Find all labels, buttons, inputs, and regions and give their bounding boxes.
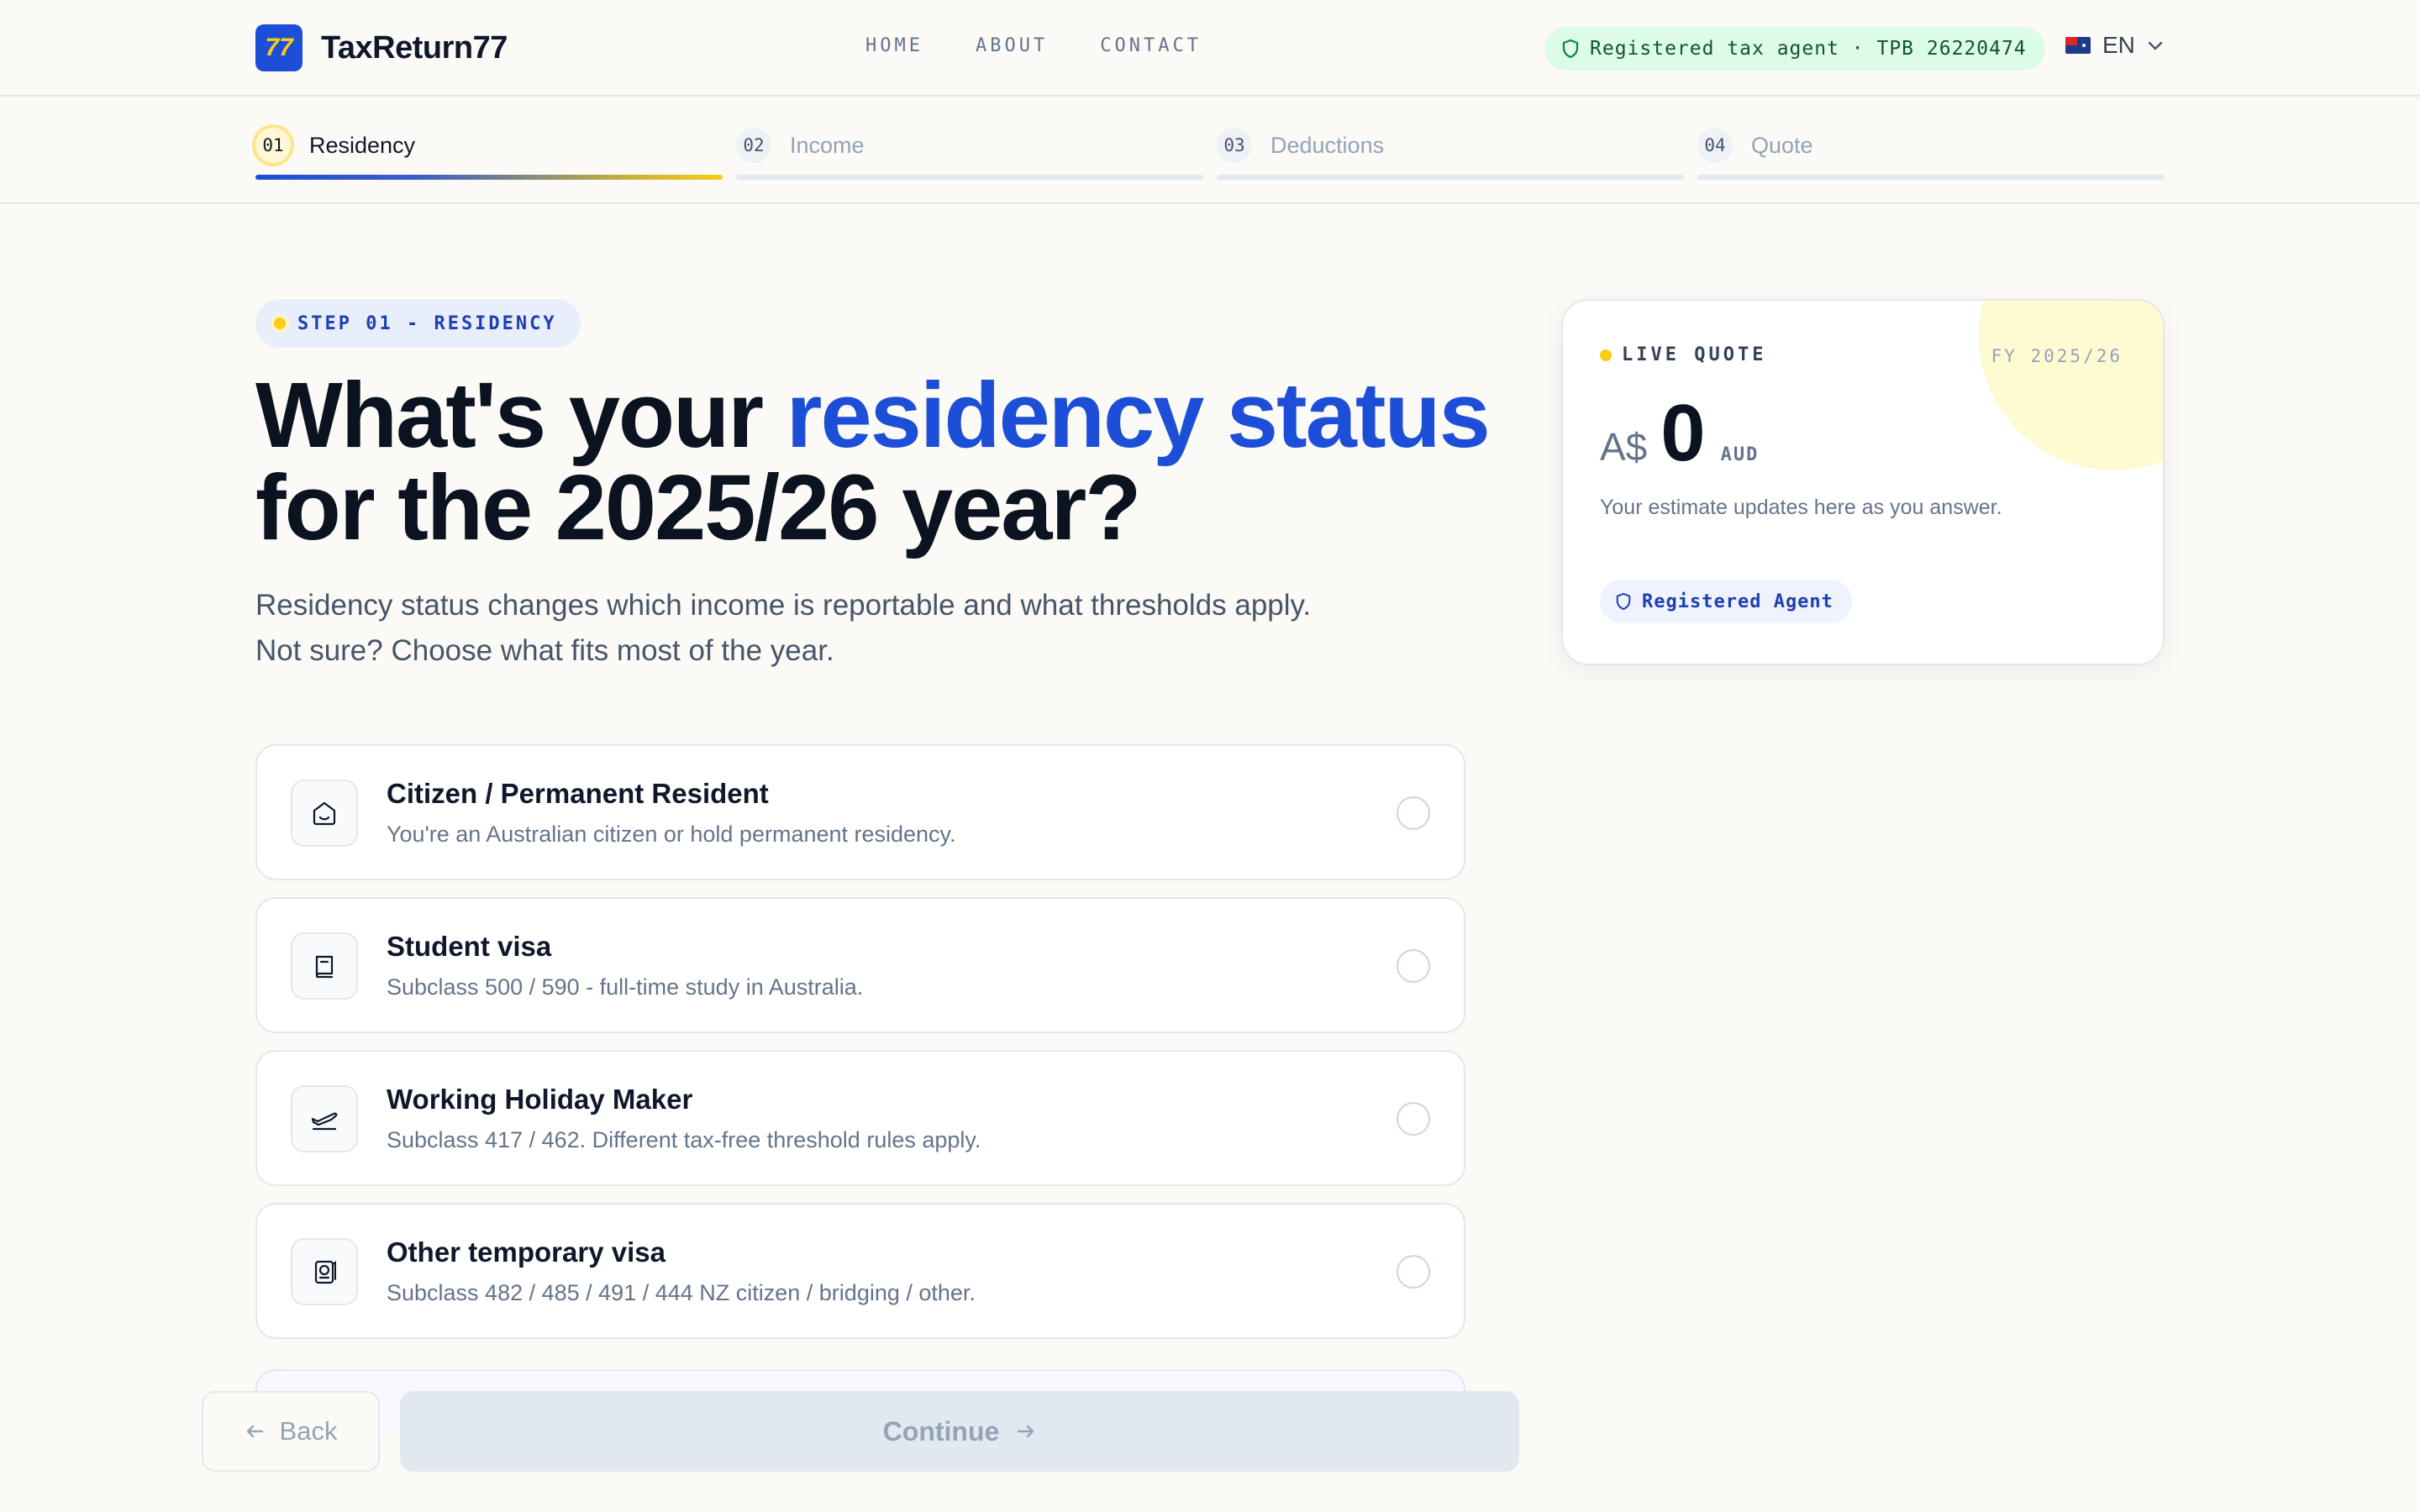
step-progress-bar bbox=[1217, 175, 1684, 180]
step-progress-bar bbox=[255, 175, 723, 180]
step-label: Residency bbox=[309, 133, 416, 158]
financial-year: FY 2025/26 bbox=[1991, 346, 2123, 366]
quote-value: 0 bbox=[1660, 388, 1706, 478]
step-label: Deductions bbox=[1270, 133, 1385, 158]
step-number: 03 bbox=[1217, 128, 1252, 163]
step-label: Income bbox=[790, 133, 865, 158]
step-deductions[interactable]: 03 Deductions bbox=[1217, 124, 1684, 180]
registered-agent-chip: Registered Agent bbox=[1600, 580, 1852, 623]
option-description: Subclass 417 / 462. Different tax-free t… bbox=[387, 1127, 981, 1152]
arrow-left-icon bbox=[246, 1425, 263, 1438]
option-description: You're an Australian citizen or hold per… bbox=[387, 822, 956, 847]
residency-options: Citizen / Permanent Resident You're an A… bbox=[255, 744, 1465, 1356]
continue-button[interactable]: Continue bbox=[400, 1391, 1519, 1472]
option-student-visa[interactable]: Student visa Subclass 500 / 590 - full-t… bbox=[255, 897, 1465, 1033]
decorative-blob bbox=[1979, 301, 2163, 470]
page-subtitle: Residency status changes which income is… bbox=[255, 589, 1312, 667]
logo-mark: 77 bbox=[255, 24, 302, 71]
option-title: Student visa bbox=[387, 931, 552, 962]
status-dot-icon bbox=[274, 318, 286, 329]
option-title: Other temporary visa bbox=[387, 1236, 666, 1268]
currency-unit: AUD bbox=[1720, 444, 1760, 465]
option-working-holiday[interactable]: Working Holiday Maker Subclass 417 / 462… bbox=[255, 1050, 1465, 1186]
nav-about[interactable]: ABOUT bbox=[976, 35, 1048, 56]
registered-agent-chip-text: Registered Agent bbox=[1642, 591, 1833, 612]
currency-symbol: A$ bbox=[1600, 425, 1648, 469]
agent-badge-text: Registered tax agent · TPB 26220474 bbox=[1590, 38, 2027, 60]
plane-icon bbox=[291, 1085, 358, 1152]
language-label: EN bbox=[2102, 32, 2135, 58]
registered-agent-badge: Registered tax agent · TPB 26220474 bbox=[1544, 27, 2045, 71]
live-quote-text: LIVE QUOTE bbox=[1622, 344, 1767, 365]
step-progress-bar bbox=[1697, 175, 2165, 180]
step-income[interactable]: 02 Income bbox=[736, 124, 1203, 180]
step-tag: STEP 01 - RESIDENCY bbox=[255, 299, 581, 348]
option-radio[interactable] bbox=[1397, 1255, 1430, 1289]
step-progress-bar bbox=[736, 175, 1203, 180]
live-quote-card: LIVE QUOTE FY 2025/26 A$ 0 AUD Your esti… bbox=[1561, 299, 2165, 665]
option-description: Subclass 482 / 485 / 491 / 444 NZ citize… bbox=[387, 1280, 976, 1305]
arrow-right-icon bbox=[1018, 1425, 1034, 1438]
quote-amount: A$ 0 AUD bbox=[1600, 386, 1759, 480]
option-title: Working Holiday Maker bbox=[387, 1084, 693, 1115]
brand-name: TaxReturn77 bbox=[321, 29, 508, 66]
option-radio[interactable] bbox=[1397, 949, 1430, 983]
step-number: 04 bbox=[1697, 128, 1733, 163]
site-header: 77 TaxReturn77 HOME ABOUT CONTACT Regist… bbox=[0, 0, 2420, 97]
title-suffix: for the 2025/26 year? bbox=[255, 456, 1141, 559]
home-icon bbox=[291, 780, 358, 847]
option-other-temporary-visa[interactable]: Other temporary visa Subclass 482 / 485 … bbox=[255, 1203, 1465, 1339]
stepper-divider bbox=[0, 202, 2420, 204]
shield-icon bbox=[1616, 592, 1631, 611]
live-dot-icon bbox=[1600, 349, 1612, 361]
step-number: 02 bbox=[736, 128, 771, 163]
back-button[interactable]: Back bbox=[202, 1391, 380, 1472]
main-nav: HOME ABOUT CONTACT bbox=[865, 35, 1202, 56]
option-radio[interactable] bbox=[1397, 1102, 1430, 1136]
passport-icon bbox=[291, 1238, 358, 1305]
progress-stepper: 01 Residency 02 Income 03 Deductions 04 … bbox=[255, 124, 2165, 192]
australia-flag-icon bbox=[2065, 37, 2091, 54]
page-title: What's your residency status for the 202… bbox=[255, 370, 1516, 554]
book-icon bbox=[291, 932, 358, 1000]
live-quote-label: LIVE QUOTE bbox=[1600, 344, 1766, 365]
quote-hint: Your estimate updates here as you answer… bbox=[1600, 496, 2002, 519]
title-prefix: What's your bbox=[255, 364, 786, 467]
nav-contact[interactable]: CONTACT bbox=[1100, 35, 1202, 56]
title-accent: residency status bbox=[786, 364, 1491, 467]
option-radio[interactable] bbox=[1397, 796, 1430, 830]
back-button-label: Back bbox=[279, 1416, 338, 1446]
option-citizen[interactable]: Citizen / Permanent Resident You're an A… bbox=[255, 744, 1465, 880]
shield-icon bbox=[1562, 39, 1579, 59]
step-residency[interactable]: 01 Residency bbox=[255, 124, 723, 180]
logo[interactable]: 77 TaxReturn77 bbox=[255, 24, 508, 71]
step-quote[interactable]: 04 Quote bbox=[1697, 124, 2165, 180]
option-description: Subclass 500 / 590 - full-time study in … bbox=[387, 974, 864, 1000]
option-title: Citizen / Permanent Resident bbox=[387, 778, 769, 809]
step-tag-text: STEP 01 - RESIDENCY bbox=[297, 312, 557, 334]
language-selector[interactable]: EN bbox=[2065, 32, 2164, 59]
step-label: Quote bbox=[1751, 133, 1813, 158]
continue-button-label: Continue bbox=[882, 1415, 1000, 1446]
step-number: 01 bbox=[255, 128, 291, 163]
chevron-down-icon bbox=[2148, 41, 2163, 50]
nav-home[interactable]: HOME bbox=[865, 35, 923, 56]
